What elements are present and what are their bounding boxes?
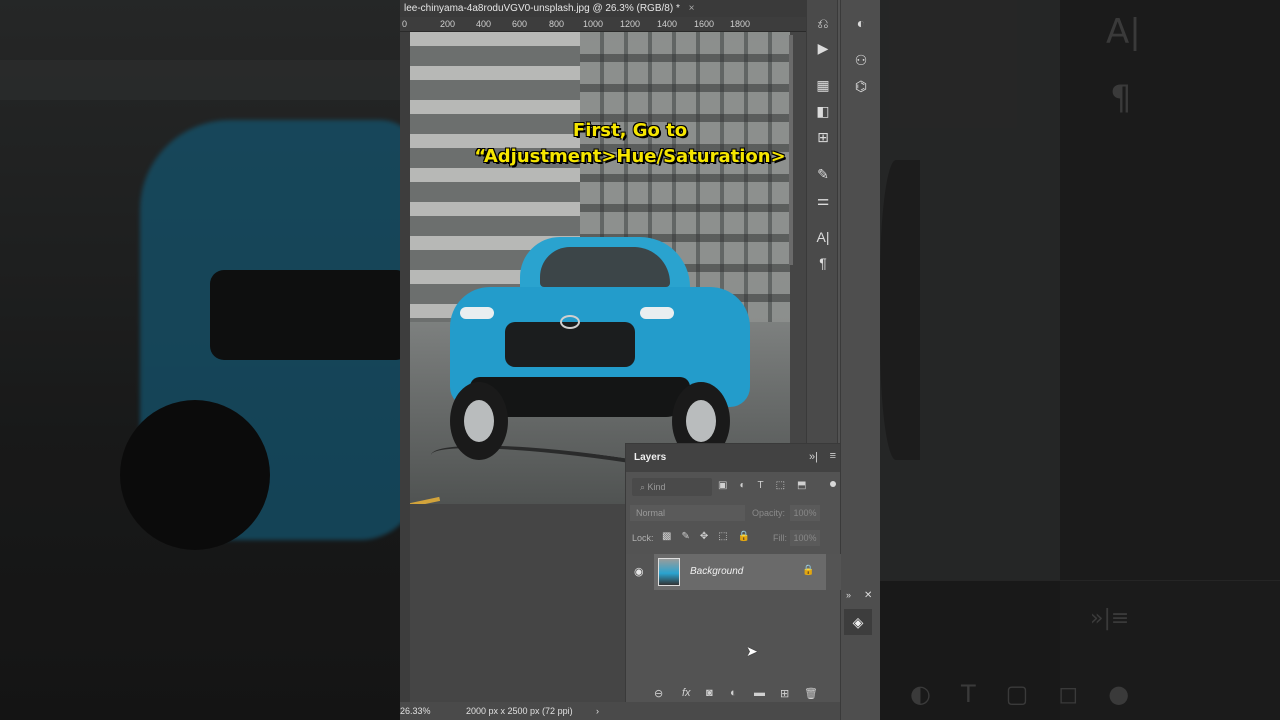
caption-line-1: First, Go to [572,120,688,141]
layers-panel: Layers »| ≡ ⌕ Kind ▣◐T⬚⬒ Normal Opacity:… [625,443,841,708]
tutorial-caption: First, Go to “Adjustment>Hue/Saturation> [440,118,820,170]
folder-icon[interactable]: ▬ [754,687,765,699]
trash-icon[interactable]: 🗑 [804,687,818,700]
adjustment-layer-icon[interactable]: ◐ [730,687,737,699]
character-icon[interactable]: A| [807,226,839,248]
fill-field[interactable]: 100% [790,530,820,546]
gradient-icon[interactable]: ◧ [807,100,839,122]
document-photo[interactable] [410,32,790,504]
expand-panels-icon[interactable]: » [846,590,851,600]
ruler-tick: 800 [549,19,565,29]
fx-icon[interactable]: fx [682,687,691,699]
ruler-tick: 600 [512,19,528,29]
car-headlight-right [640,307,674,319]
layer-filter-icons[interactable]: ▣◐T⬚⬒ [718,480,819,491]
kind-label: Kind [647,482,666,492]
horizontal-ruler: 0 200 400 600 800 1000 1200 1400 1600 18… [400,17,806,32]
history-icon[interactable]: ⎌ [807,12,839,34]
ruler-tick: 400 [476,19,492,29]
layers-panel-button[interactable]: ◈ [844,609,872,635]
photoshop-window: lee-chinyama-4a8roduVGV0-unsplash.jpg @ … [400,0,880,720]
close-icon[interactable]: × [689,3,695,14]
photo-car [450,237,750,462]
zoom-level[interactable]: 26.33% [400,702,431,720]
panel-menu-icon[interactable]: ≡ [830,450,836,462]
table-icon[interactable]: ▦ [807,74,839,96]
layers-panel-title[interactable]: Layers [634,452,666,463]
ruler-tick: 200 [440,19,456,29]
opacity-label: Opacity: [752,508,786,518]
wheel-rim [464,400,494,442]
vertical-ruler [400,32,410,702]
background-shade [0,0,400,720]
adjustments-icon[interactable]: ◐ [841,12,880,34]
link-icon[interactable]: ⊖ [654,687,663,700]
panel-scrollbar[interactable] [789,35,793,265]
blurred-background-right: A| ¶ »|≡ ◐T▢◻● [880,0,1280,720]
layer-row-background[interactable]: ◉ Background 🔒 [626,554,841,590]
ruler-tick: 0 [402,19,408,29]
ruler-tick: 1400 [657,19,678,29]
car-headlight-left [460,307,494,319]
adjust-sliders-icon[interactable]: ⚌ [807,189,839,211]
background-shade-right [880,0,1280,720]
layer-thumbnail [658,558,680,586]
paragraph-icon[interactable]: ¶ [807,252,839,274]
mask-icon[interactable]: ◙ [706,687,713,699]
ruler-tick: 1000 [583,19,604,29]
collapse-panel-icon[interactable]: »| [809,451,818,463]
document-tab[interactable]: lee-chinyama-4a8roduVGV0-unsplash.jpg @ … [400,0,806,17]
wheel-rim [686,400,716,442]
opacity-field[interactable]: 100% [790,505,820,521]
eye-icon[interactable]: ◉ [634,565,644,578]
brush-settings-icon[interactable]: ✎ [807,163,839,185]
caption-line-2: “Adjustment>Hue/Saturation> [474,146,786,167]
car-wheel-left [450,382,508,460]
screenshot-stage: A| ¶ »|≡ ◐T▢◻● lee-chinyama-4a8roduVGV0-… [0,0,1280,720]
status-bar: 26.33% 2000 px x 2500 px (72 ppi) › [400,702,840,720]
layers-icon: ◈ [852,614,864,630]
fill-label: Fill: [773,533,787,543]
document-size: 2000 px x 2500 px (72 ppi) [466,706,573,716]
new-layer-icon[interactable]: ⊞ [780,687,789,700]
lock-icons[interactable]: ▩✎✥⬚🔒 [662,531,760,542]
ruler-tick: 1800 [730,19,751,29]
car-windshield [540,247,670,287]
play-action-icon[interactable]: ▶ [807,37,839,59]
ruler-tick: 1600 [694,19,715,29]
layer-name[interactable]: Background [690,566,743,577]
ruler-tick: 1200 [620,19,641,29]
blurred-background-left [0,0,400,720]
layer-filter-kind[interactable]: ⌕ Kind [632,478,712,496]
filter-toggle[interactable] [830,481,836,487]
layers-panel-header: Layers »| ≡ [626,444,840,472]
status-menu-arrow[interactable]: › [596,702,599,720]
close-icon[interactable]: ✕ [864,590,872,601]
channels-icon[interactable]: ⚇ [841,49,880,71]
document-tab-title: lee-chinyama-4a8roduVGV0-unsplash.jpg @ … [404,3,680,14]
paths-icon[interactable]: ⌬ [841,75,880,97]
blend-mode-select[interactable]: Normal [630,505,745,521]
lock-icon[interactable]: 🔒 [802,565,814,576]
grid-icon[interactable]: ⊞ [807,126,839,148]
car-logo [560,315,580,329]
search-icon: ⌕ [640,482,648,492]
lock-label: Lock: [632,533,654,543]
mouse-cursor-icon: ➤ [746,643,758,659]
